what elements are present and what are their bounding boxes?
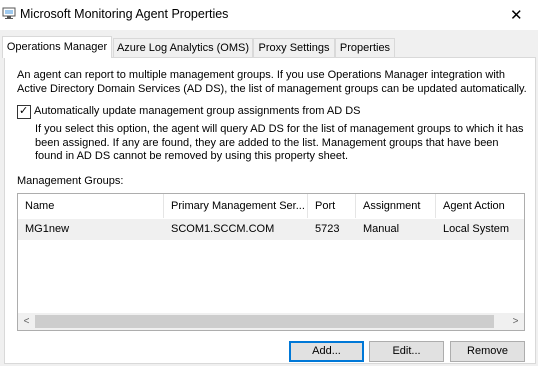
title-bar: Microsoft Monitoring Agent Properties ✕ [0, 0, 538, 30]
close-icon: ✕ [510, 7, 523, 24]
column-header-assignment[interactable]: Assignment [356, 194, 436, 218]
cell-port: 5723 [315, 223, 340, 235]
column-header-primary-management-server[interactable]: Primary Management Ser... [164, 194, 308, 218]
window-title: Microsoft Monitoring Agent Properties [20, 7, 229, 21]
scroll-right-icon[interactable]: > [507, 314, 524, 329]
horizontal-scrollbar[interactable]: < > [18, 313, 524, 330]
tab-properties[interactable]: Properties [335, 38, 395, 57]
cell-primary-server: SCOM1.SCCM.COM [171, 223, 275, 235]
column-header-name[interactable]: Name [18, 194, 164, 218]
close-button[interactable]: ✕ [492, 0, 538, 30]
monitoring-agent-icon [2, 7, 16, 19]
table-row[interactable]: MG1new SCOM1.SCCM.COM 5723 Manual Local … [18, 219, 524, 240]
tab-azure-log-analytics[interactable]: Azure Log Analytics (OMS) [113, 38, 253, 57]
scroll-left-icon[interactable]: < [18, 314, 35, 329]
auto-update-checkbox[interactable]: ✓ [17, 105, 31, 119]
checkmark-icon: ✓ [19, 105, 29, 117]
auto-update-label[interactable]: Automatically update management group as… [34, 105, 361, 117]
auto-update-description: If you select this option, the agent wil… [35, 123, 524, 162]
dialog-body: Operations Manager Azure Log Analytics (… [0, 30, 538, 366]
scrollbar-thumb[interactable] [35, 315, 494, 328]
column-header-port[interactable]: Port [308, 194, 356, 218]
tab-proxy-settings[interactable]: Proxy Settings [253, 38, 335, 57]
column-header-agent-action[interactable]: Agent Action [436, 194, 524, 218]
tab-operations-manager[interactable]: Operations Manager [2, 36, 112, 58]
remove-button[interactable]: Remove [450, 341, 525, 362]
add-button[interactable]: Add... [289, 341, 364, 362]
tab-strip: Operations Manager Azure Log Analytics (… [0, 36, 538, 58]
cell-name: MG1new [25, 223, 70, 235]
cell-agent-action: Local System [443, 223, 510, 235]
edit-button[interactable]: Edit... [369, 341, 444, 362]
intro-text: An agent can report to multiple manageme… [17, 69, 527, 95]
operations-manager-panel: An agent can report to multiple manageme… [4, 57, 536, 364]
management-groups-label: Management Groups: [17, 175, 124, 187]
cell-assignment: Manual [363, 223, 400, 235]
management-groups-list[interactable]: Name Primary Management Ser... Port Assi… [17, 193, 525, 331]
